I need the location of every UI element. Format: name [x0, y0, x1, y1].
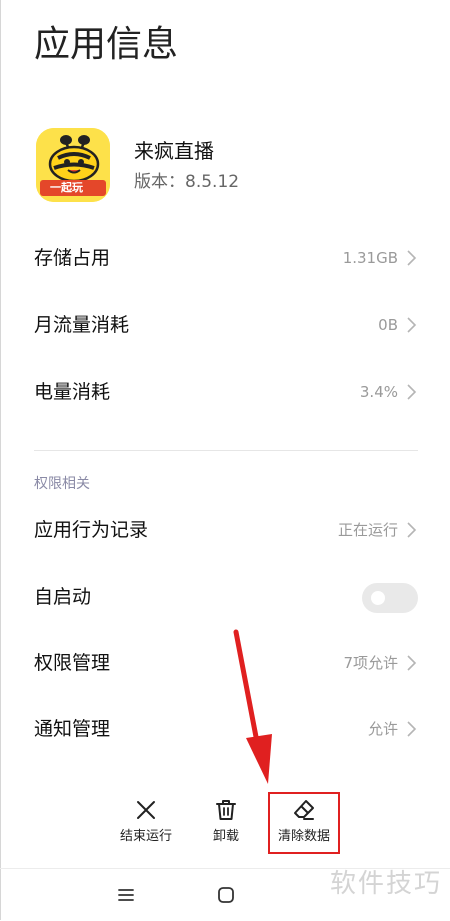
data-usage-row[interactable]: 月流量消耗 0B: [34, 295, 418, 355]
menu-icon[interactable]: [114, 883, 138, 907]
chevron-right-icon: [407, 250, 417, 266]
app-header: 一起玩 来疯直播 版本：8.5.12: [36, 128, 416, 204]
version-label: 版本：: [134, 172, 185, 192]
app-version: 版本：8.5.12: [134, 170, 239, 194]
uninstall-label: 卸载: [212, 829, 239, 844]
trash-icon: [216, 800, 236, 820]
data-usage-label: 月流量消耗: [34, 314, 130, 336]
close-icon: [137, 801, 155, 819]
version-number: 8.5.12: [185, 172, 240, 192]
chevron-right-icon: [407, 522, 417, 538]
notification-management-value: 允许: [367, 720, 398, 738]
home-icon[interactable]: [214, 883, 238, 907]
chevron-right-icon: [407, 317, 417, 333]
battery-usage-label: 电量消耗: [34, 381, 111, 403]
app-behavior-row[interactable]: 应用行为记录 正在运行: [34, 500, 418, 560]
chevron-right-icon: [407, 384, 417, 400]
notification-management-row[interactable]: 通知管理 允许: [34, 699, 418, 759]
clear-data-label: 清除数据: [277, 829, 330, 844]
clear-data-button[interactable]: 清除数据: [264, 798, 344, 854]
app-name: 来疯直播: [134, 139, 214, 163]
app-behavior-label: 应用行为记录: [34, 519, 149, 541]
permission-management-value: 7项允许: [343, 654, 398, 672]
force-stop-label: 结束运行: [119, 829, 172, 844]
data-usage-value: 0B: [378, 316, 398, 334]
chevron-right-icon: [407, 721, 417, 737]
app-icon: 一起玩: [36, 128, 110, 202]
permission-management-row[interactable]: 权限管理 7项允许: [34, 633, 418, 693]
storage-label: 存储占用: [34, 247, 111, 269]
chevron-right-icon: [407, 655, 417, 671]
section-divider: [34, 450, 418, 451]
battery-usage-value: 3.4%: [359, 383, 398, 401]
toggle-knob: [371, 591, 385, 605]
storage-value: 1.31GB: [342, 249, 398, 267]
window-edge: [0, 0, 1, 920]
app-icon-badge-text: 一起玩: [50, 181, 83, 194]
notification-management-label: 通知管理: [34, 718, 111, 740]
force-stop-button[interactable]: 结束运行: [106, 798, 186, 854]
eraser-icon: [294, 800, 314, 820]
permissions-section-label: 权限相关: [34, 476, 90, 492]
watermark: 软件技巧: [329, 869, 442, 899]
storage-row[interactable]: 存储占用 1.31GB: [34, 228, 418, 288]
page-title: 应用信息: [34, 24, 179, 65]
autostart-label: 自启动: [34, 586, 92, 608]
autostart-row: 自启动: [34, 567, 418, 627]
battery-usage-row[interactable]: 电量消耗 3.4%: [34, 362, 418, 422]
uninstall-button[interactable]: 卸载: [186, 798, 266, 854]
permission-management-label: 权限管理: [34, 652, 111, 674]
autostart-toggle[interactable]: [362, 583, 418, 613]
app-behavior-value: 正在运行: [337, 521, 398, 539]
